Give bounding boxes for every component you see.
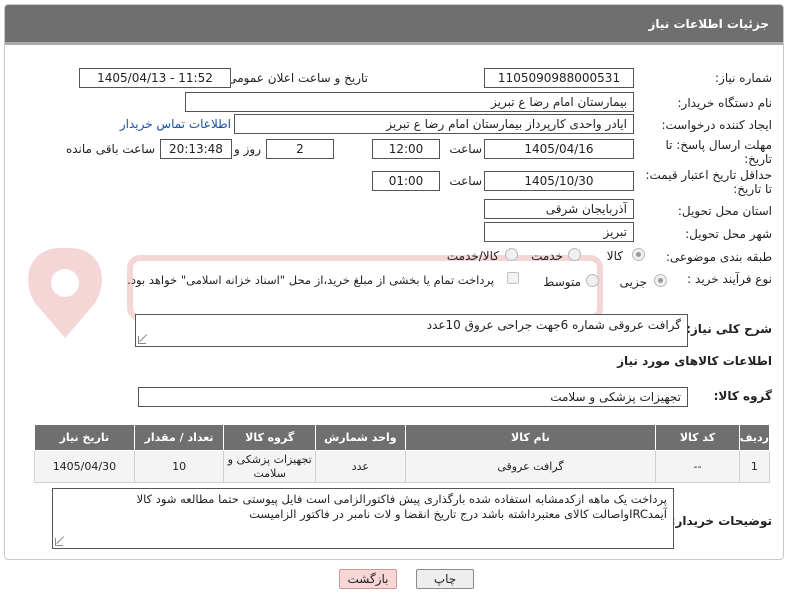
category-option-goods-service: کالا/خدمت: [446, 249, 499, 263]
description-label: شرح کلی نیاز:: [686, 322, 772, 336]
treasury-payment-note: پرداخت تمام یا بخشی از مبلغ خرید،از محل …: [127, 273, 494, 287]
cell-group-line1: تجهیزات پزشکی و: [227, 452, 312, 466]
table-row: 1 -- گرافت عروقی عدد تجهیزات پزشکی و سلا…: [34, 450, 771, 483]
header-item-name: نام کالا: [404, 424, 657, 451]
category-label: طبقه بندی موضوعی:: [665, 250, 772, 264]
delivery-province-field: آذربایجان شرقی: [484, 199, 634, 219]
cell-group: تجهیزات پزشکی و سلامت: [223, 450, 317, 483]
items-table: ردیف کد کالا نام کالا واحد شمارش گروه کا…: [34, 424, 771, 483]
reply-time-label: ساعت: [449, 142, 482, 156]
price-validity-date-field: 1405/10/30: [484, 171, 634, 191]
buyer-org-label: نام دستگاه خریدار:: [677, 96, 773, 110]
reply-date-field: 1405/04/16: [484, 139, 634, 159]
category-radio-goods[interactable]: [632, 248, 645, 261]
process-option-medium: متوسط: [543, 275, 581, 289]
reply-time-field: 12:00: [372, 139, 440, 159]
header-row-number: ردیف: [738, 424, 771, 451]
description-text: گرافت عروقی شماره 6جهت جراحی عروق 10عدد: [426, 318, 681, 332]
back-button[interactable]: بازگشت: [339, 569, 397, 589]
price-validity-label-line2: تا تاریخ:: [733, 182, 772, 196]
category-option-goods: کالا: [606, 249, 623, 263]
header-quantity: تعداد / مقدار: [133, 424, 225, 451]
category-option-service: خدمت: [531, 249, 563, 263]
cell-unit: عدد: [315, 450, 406, 483]
cell-item-code: --: [655, 450, 740, 483]
buyer-contact-link[interactable]: اطلاعات تماس خریدار: [120, 117, 231, 131]
cell-row-number: 1: [738, 450, 771, 483]
header-item-code: کد کالا: [655, 424, 740, 451]
category-radio-service[interactable]: [568, 248, 581, 261]
delivery-city-label: شهر محل تحویل:: [685, 227, 772, 241]
cell-quantity: 10: [133, 450, 225, 483]
need-number-field: 1105090988000531: [484, 68, 634, 88]
price-validity-time-field: 01:00: [372, 171, 440, 191]
table-header-row: ردیف کد کالا نام کالا واحد شمارش گروه کا…: [34, 424, 771, 451]
remaining-time-field: 20:13:48: [160, 139, 232, 159]
buyer-notes-textarea: پرداخت یک ماهه ازکدمشابه استفاده شده بار…: [52, 488, 674, 549]
header-group: گروه کالا: [223, 424, 317, 451]
reply-deadline-label-line2: تاریخ:: [744, 152, 772, 166]
requester-label: ایجاد کننده درخواست:: [661, 118, 772, 132]
buyer-org-field: بیمارستان امام رضا ع تبریز: [185, 92, 634, 112]
print-button[interactable]: چاپ: [416, 569, 474, 589]
page-title: جزئیات اطلاعات نیاز: [648, 17, 769, 31]
cell-group-line2: سلامت: [253, 466, 286, 480]
price-validity-time-label: ساعت: [449, 174, 482, 188]
header-unit: واحد شمارش: [315, 424, 406, 451]
process-label: نوع فرآیند خرید :: [687, 272, 772, 286]
days-remaining-field: 2: [266, 139, 334, 159]
goods-group-field: تجهیزات پزشکی و سلامت: [138, 387, 688, 407]
delivery-province-label: استان محل تحویل:: [677, 204, 772, 218]
panel-header: جزئیات اطلاعات نیاز: [5, 5, 783, 45]
requester-field: ایادر واحدی کارپرداز بیمارستان امام رضا …: [234, 114, 634, 134]
buyer-notes-line2: آیمدIRCواصالت کالای معتبرداشته باشد درج …: [249, 507, 667, 521]
cell-need-date: 1405/04/30: [34, 450, 135, 483]
process-option-minor: جزیی: [619, 275, 647, 289]
buyer-notes-line1: پرداخت یک ماهه ازکدمشابه استفاده شده بار…: [136, 492, 667, 506]
days-label: روز و: [234, 142, 261, 156]
delivery-city-field: تبریز: [484, 222, 634, 242]
need-number-label: شماره نیاز:: [715, 71, 772, 85]
process-radio-minor[interactable]: [654, 274, 667, 287]
category-radio-goods-service[interactable]: [505, 248, 518, 261]
description-textarea: گرافت عروقی شماره 6جهت جراحی عروق 10عدد: [135, 314, 688, 347]
treasury-payment-checkbox[interactable]: [507, 272, 519, 284]
goods-group-label: گروه کالا:: [713, 389, 772, 403]
buyer-notes-label: توضیحات خریدار:: [670, 514, 772, 528]
resize-handle-icon[interactable]: [55, 538, 63, 546]
goods-info-title: اطلاعات کالاهای مورد نیاز: [617, 354, 772, 368]
resize-handle-icon[interactable]: [138, 336, 146, 344]
remaining-time-label: ساعت باقی مانده: [65, 142, 155, 156]
cell-item-name: گرافت عروقی: [404, 450, 657, 483]
process-radio-medium[interactable]: [586, 274, 599, 287]
price-validity-label-line1: حداقل تاریخ اعتبار قیمت:: [645, 168, 772, 182]
reply-deadline-label-line1: مهلت ارسال پاسخ: تا: [665, 138, 772, 152]
header-need-date: تاریخ نیاز: [34, 424, 135, 451]
announce-datetime-field: 1405/04/13 - 11:52: [79, 68, 231, 88]
announce-datetime-label: تاریخ و ساعت اعلان عمومی:: [223, 71, 368, 85]
